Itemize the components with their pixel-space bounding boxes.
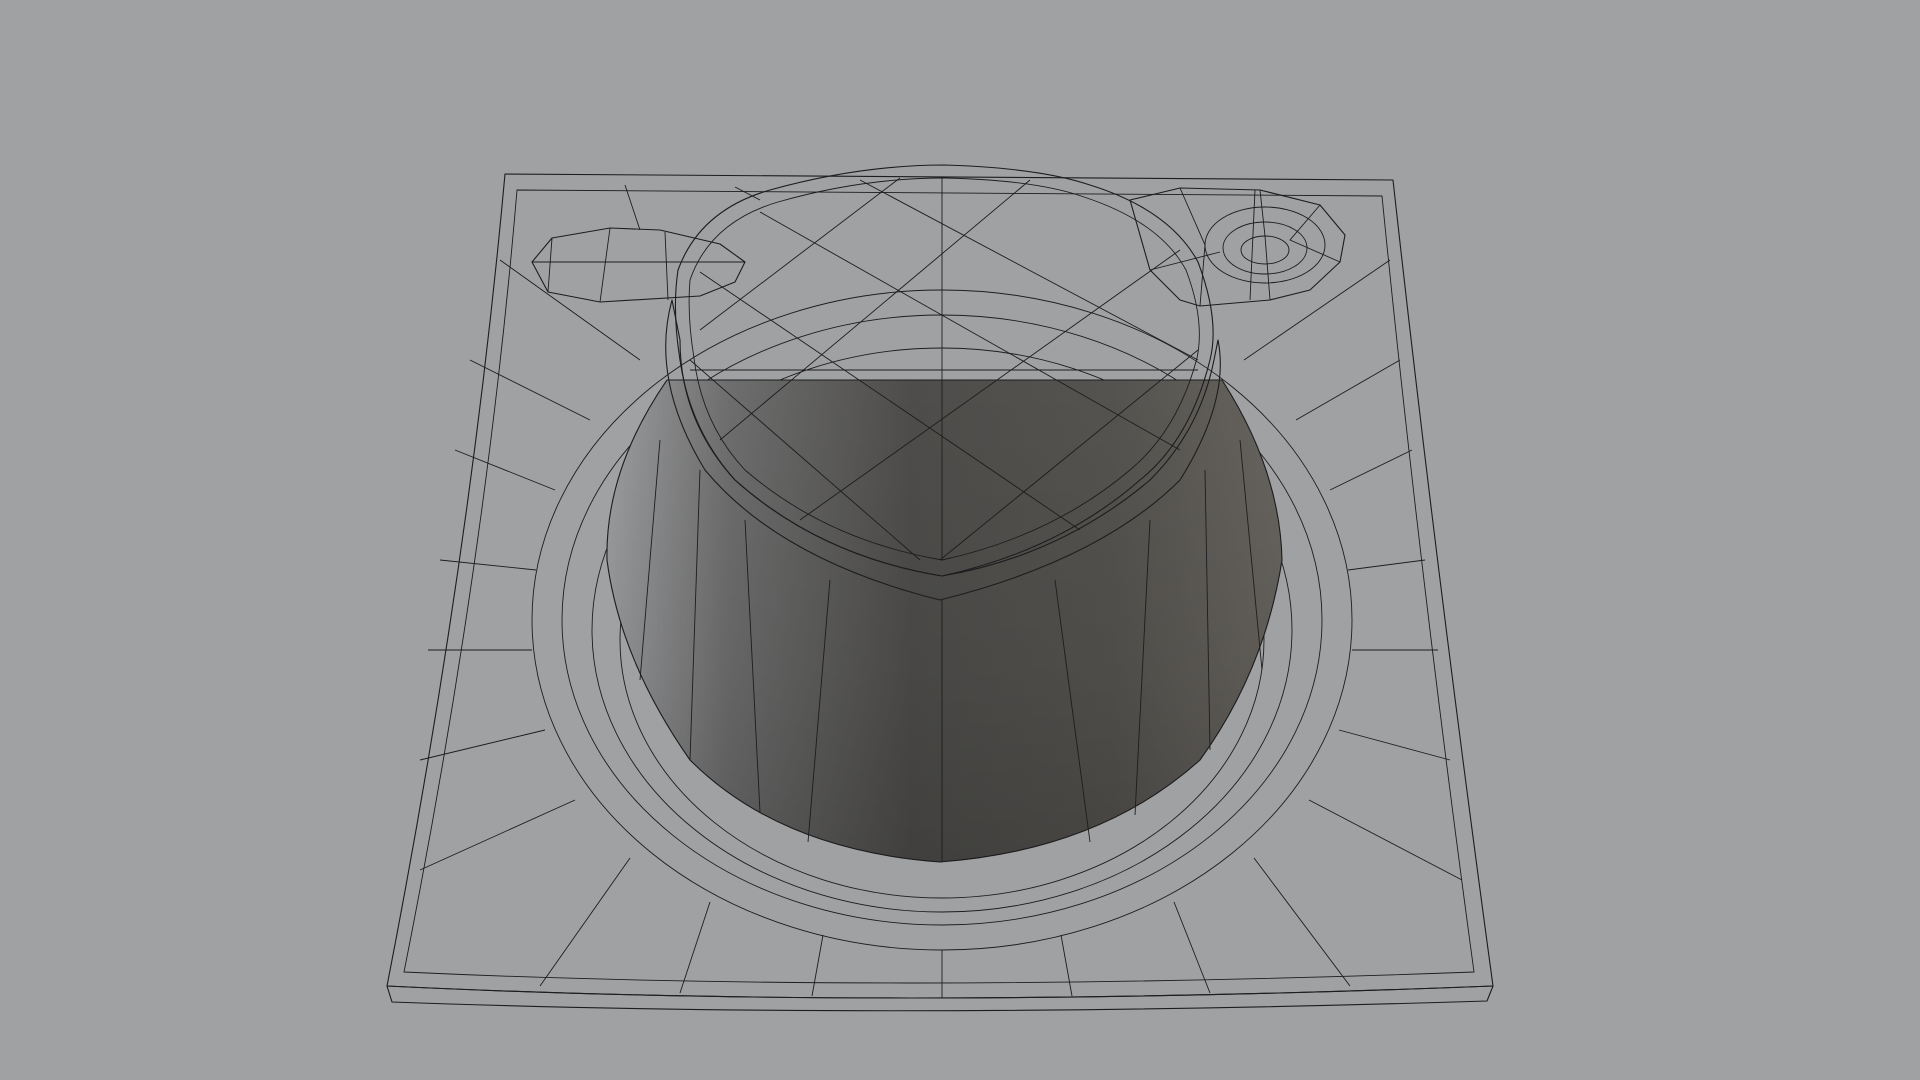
cup[interactable]	[606, 164, 1283, 863]
3d-viewport[interactable]	[0, 0, 1920, 1080]
spoon-right[interactable]	[1129, 187, 1346, 307]
mesh-scene	[386, 164, 1494, 1012]
spoon-left[interactable]	[531, 227, 746, 303]
